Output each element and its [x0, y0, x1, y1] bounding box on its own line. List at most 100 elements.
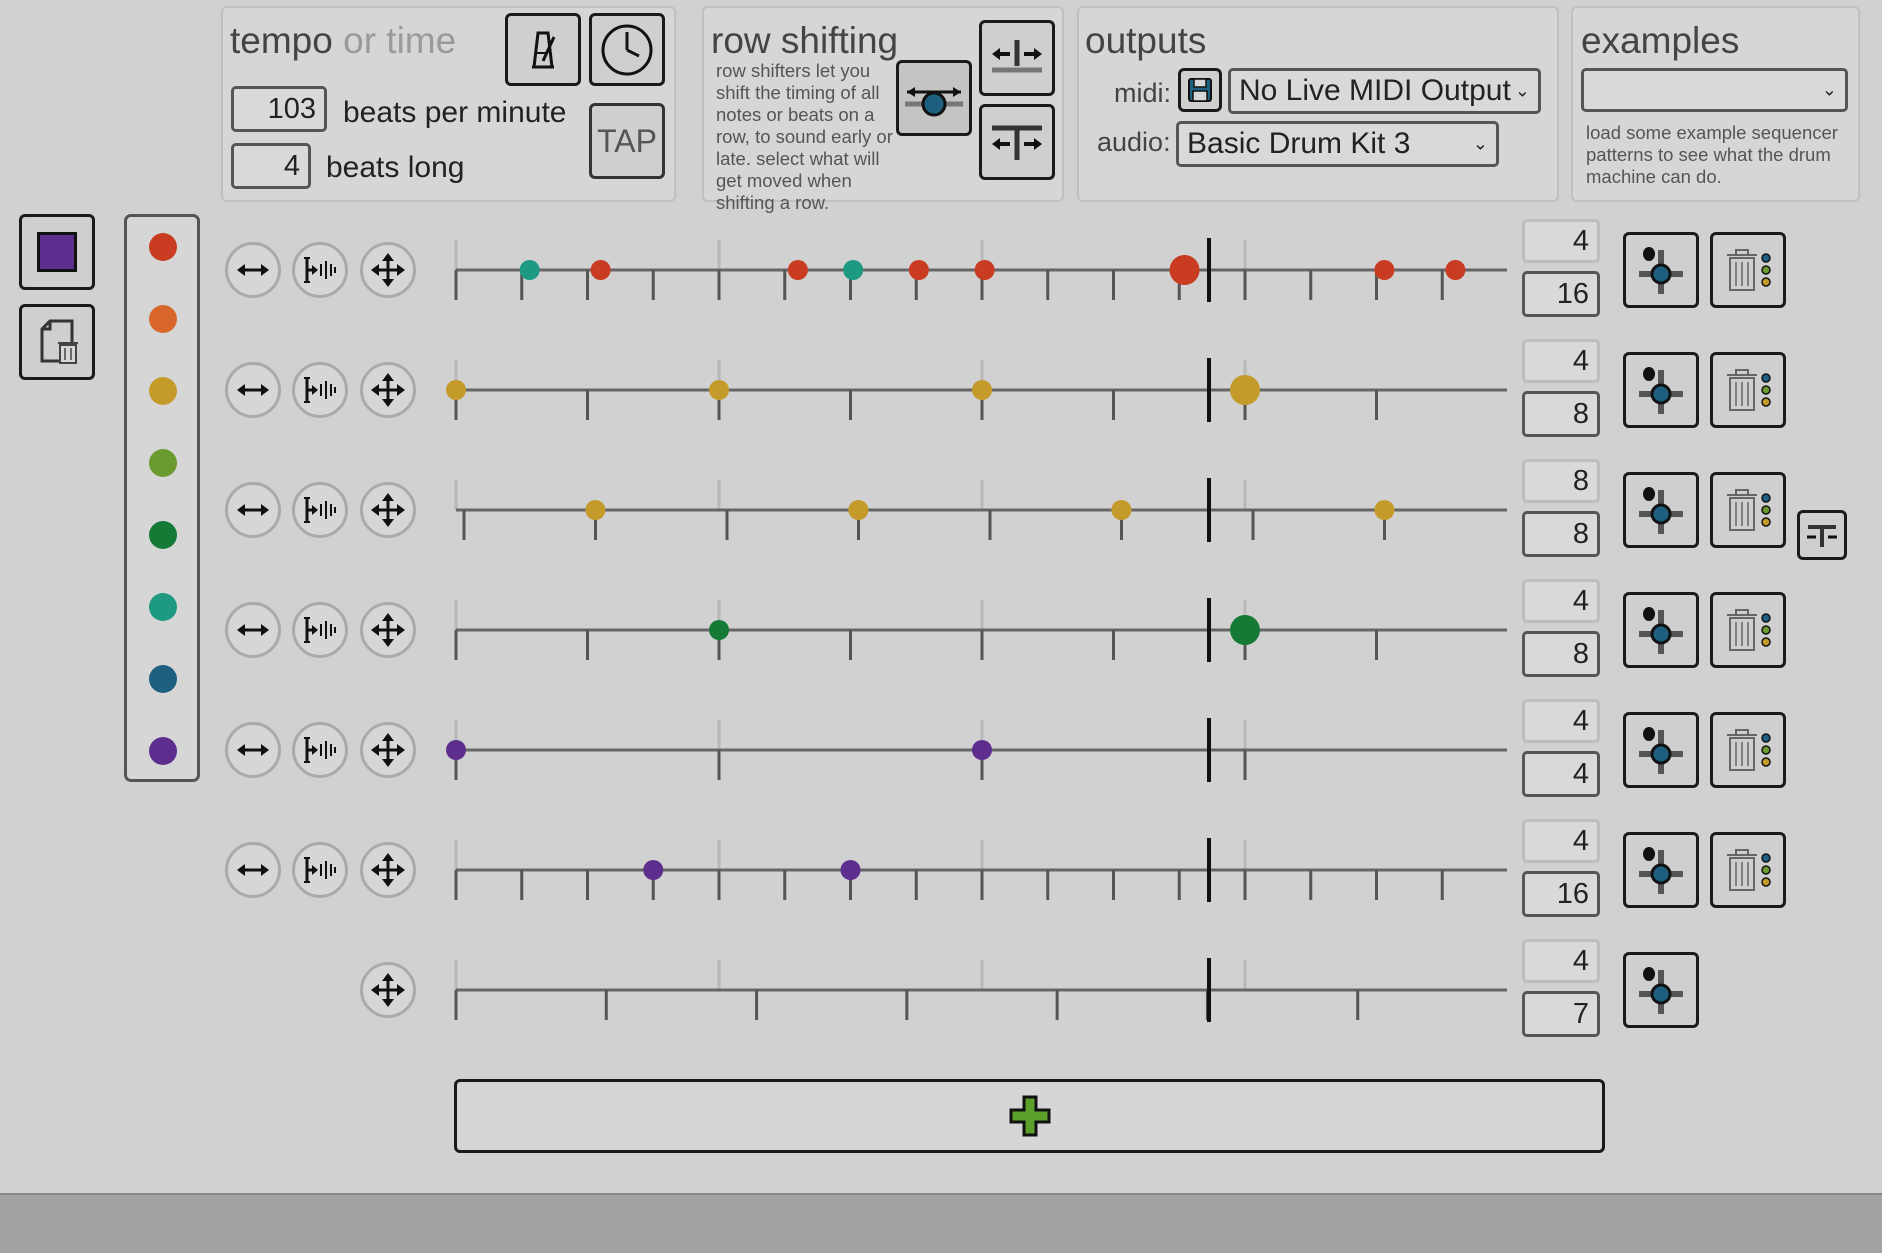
row-trash-button[interactable]: [1710, 232, 1786, 308]
volume-row-button[interactable]: [292, 242, 348, 298]
audio-output-value: Basic Drum Kit 3: [1187, 127, 1411, 160]
shift-notes-button[interactable]: [979, 20, 1055, 96]
clock-button[interactable]: [589, 13, 665, 86]
stretch-row-button[interactable]: [225, 602, 281, 658]
palette-color-7[interactable]: [149, 737, 177, 765]
add-row-button[interactable]: [454, 1079, 1605, 1153]
tempo-title: tempo or time: [230, 20, 457, 61]
move-row-button[interactable]: [360, 602, 416, 658]
mixer-slider-icon: [1639, 487, 1683, 534]
row-bottom-number[interactable]: 4: [1522, 751, 1600, 797]
row-trash-button[interactable]: [1710, 712, 1786, 788]
palette-color-0[interactable]: [149, 233, 177, 261]
row-top-number[interactable]: 4: [1522, 819, 1600, 863]
stretch-row-icon: [237, 264, 269, 276]
row-mixer-button[interactable]: [1623, 832, 1699, 908]
row-bottom-number[interactable]: 16: [1522, 871, 1600, 917]
row-mixer-button[interactable]: [1623, 352, 1699, 428]
row-top-number[interactable]: 4: [1522, 939, 1600, 983]
stop-button[interactable]: [19, 214, 95, 290]
mixer-slider-icon: [1639, 607, 1683, 654]
stretch-row-button[interactable]: [225, 242, 281, 298]
stretch-row-button[interactable]: [225, 722, 281, 778]
palette-color-3[interactable]: [149, 449, 177, 477]
stretch-row-icon: [237, 864, 269, 876]
palette-color-5[interactable]: [149, 593, 177, 621]
row-bottom-number[interactable]: 8: [1522, 511, 1600, 557]
mixer-slider-icon: [1639, 367, 1683, 414]
row-mixer-button[interactable]: [1623, 712, 1699, 788]
move-row-button[interactable]: [360, 842, 416, 898]
volume-row-icon: [304, 497, 336, 523]
stretch-row-icon: [237, 384, 269, 396]
move-row-button[interactable]: [360, 482, 416, 538]
chevron-down-icon: ⌄: [1472, 133, 1488, 154]
row-trash-button[interactable]: [1710, 352, 1786, 428]
bpm-input[interactable]: 103: [231, 86, 327, 132]
midi-output-select[interactable]: No Live MIDI Output ⌄: [1228, 68, 1541, 114]
clear-pattern-button[interactable]: [19, 304, 95, 380]
row-shift-mini-button[interactable]: [1797, 510, 1847, 560]
note-dot: [848, 500, 869, 520]
note-dot: [446, 740, 466, 760]
bpm-label: beats per minute: [343, 96, 567, 129]
midi-save-button[interactable]: [1178, 68, 1222, 112]
move-row-button[interactable]: [360, 722, 416, 778]
row-bottom-number[interactable]: 7: [1522, 991, 1600, 1037]
note-dot: [709, 380, 729, 400]
note-dot: [519, 260, 540, 280]
row-top-number[interactable]: 8: [1522, 459, 1600, 503]
note-dot: [643, 860, 664, 880]
row-bottom-number[interactable]: 16: [1522, 271, 1600, 317]
beats-input[interactable]: 4: [231, 143, 311, 189]
row-top-number[interactable]: 4: [1522, 339, 1600, 383]
footer-bar: [0, 1193, 1882, 1253]
row-mixer-button[interactable]: [1623, 472, 1699, 548]
metronome-icon: [532, 31, 556, 68]
note-dot: [843, 260, 864, 280]
move-row-button[interactable]: [360, 962, 416, 1018]
volume-row-button[interactable]: [292, 722, 348, 778]
row-mixer-button[interactable]: [1623, 232, 1699, 308]
row-trash-button[interactable]: [1710, 472, 1786, 548]
move-row-button[interactable]: [360, 242, 416, 298]
note-dot: [1111, 500, 1132, 520]
audio-output-select[interactable]: Basic Drum Kit 3 ⌄: [1176, 121, 1499, 167]
stretch-row-button[interactable]: [225, 842, 281, 898]
examples-select[interactable]: ⌄: [1581, 68, 1848, 112]
palette-color-2[interactable]: [149, 377, 177, 405]
stretch-row-button[interactable]: [225, 482, 281, 538]
note-dot: [974, 260, 995, 280]
palette-color-6[interactable]: [149, 665, 177, 693]
row-mixer-button[interactable]: [1623, 592, 1699, 668]
volume-row-icon: [304, 377, 336, 403]
note-dot: [972, 380, 992, 400]
mixer-slider-icon: [1639, 967, 1683, 1014]
note-dot: [1374, 500, 1395, 520]
row-trash-button[interactable]: [1710, 592, 1786, 668]
row-mixer-button[interactable]: [1623, 952, 1699, 1028]
tap-label: TAP: [597, 122, 657, 159]
stretch-row-button[interactable]: [225, 362, 281, 418]
volume-row-button[interactable]: [292, 842, 348, 898]
volume-row-button[interactable]: [292, 482, 348, 538]
row-trash-button[interactable]: [1710, 832, 1786, 908]
palette-color-1[interactable]: [149, 305, 177, 333]
shift-beats-button[interactable]: [979, 104, 1055, 180]
row-top-number[interactable]: 4: [1522, 219, 1600, 263]
volume-row-button[interactable]: [292, 602, 348, 658]
midi-output-value: No Live MIDI Output: [1239, 74, 1511, 107]
move-row-icon: [371, 853, 405, 887]
metronome-button[interactable]: [505, 13, 581, 86]
tap-tempo-button[interactable]: TAP: [589, 103, 665, 179]
shift-both-button[interactable]: [896, 60, 972, 136]
move-row-button[interactable]: [360, 362, 416, 418]
plus-icon: [1009, 1095, 1050, 1137]
row-bottom-number[interactable]: 8: [1522, 391, 1600, 437]
row-top-number[interactable]: 4: [1522, 579, 1600, 623]
row-bottom-number[interactable]: 8: [1522, 631, 1600, 677]
volume-row-button[interactable]: [292, 362, 348, 418]
palette-color-4[interactable]: [149, 521, 177, 549]
stretch-row-icon: [237, 624, 269, 636]
row-top-number[interactable]: 4: [1522, 699, 1600, 743]
